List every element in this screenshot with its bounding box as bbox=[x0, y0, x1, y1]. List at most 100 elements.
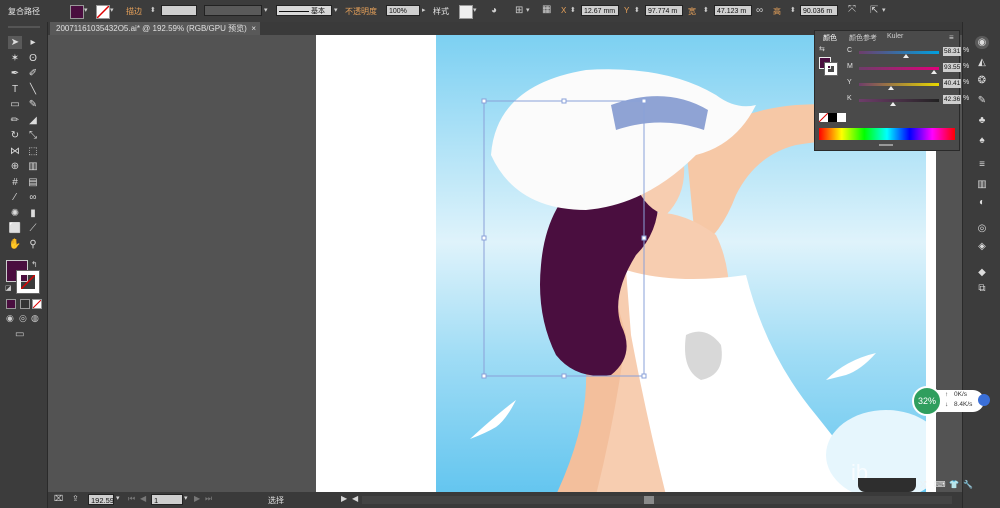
close-icon[interactable]: × bbox=[251, 22, 256, 35]
recolor-artwork-icon[interactable]: ◕ bbox=[491, 5, 497, 17]
speedup-icon[interactable] bbox=[978, 394, 990, 406]
artboard-nav-icon[interactable]: ⌧ bbox=[54, 494, 63, 503]
scroll-left-icon[interactable]: ◀ bbox=[352, 494, 358, 503]
resize-handle[interactable] bbox=[481, 98, 487, 104]
w-label[interactable]: 宽 bbox=[688, 6, 696, 17]
resize-handle[interactable] bbox=[641, 373, 647, 379]
tab-color-guide[interactable]: 颜色参考 bbox=[849, 33, 877, 43]
prev-artboard-icon[interactable]: ◀ bbox=[140, 494, 146, 503]
stroke-dropdown-icon[interactable]: ▾ bbox=[110, 5, 114, 17]
lasso-tool-icon[interactable]: ʘ bbox=[26, 52, 40, 65]
y-field[interactable]: 97.774 m bbox=[645, 5, 683, 16]
stroke-color-box[interactable] bbox=[16, 270, 40, 294]
network-speed-widget[interactable]: 32% ↑ 0K/s ↓ 8.4K/s bbox=[912, 386, 992, 418]
fill-swatch[interactable] bbox=[70, 5, 84, 19]
rectangle-tool-icon[interactable]: ▭ bbox=[8, 98, 22, 111]
align-icon[interactable]: ⊞ bbox=[515, 5, 523, 17]
menu-chevron-icon[interactable]: ▾ bbox=[882, 5, 886, 17]
screen-mode-icon[interactable]: ▭ bbox=[15, 329, 24, 340]
draw-behind-icon[interactable]: ◎ bbox=[19, 313, 27, 324]
eyedropper-tool-icon[interactable]: ⁄ bbox=[8, 191, 22, 204]
horizontal-scroll-thumb[interactable] bbox=[644, 496, 654, 504]
align-chevron-icon[interactable]: ▾ bbox=[526, 5, 530, 17]
stroke-width-field[interactable] bbox=[161, 5, 197, 16]
pencil-tool-icon[interactable]: ✏ bbox=[8, 114, 22, 127]
tab-color[interactable]: 颜色 bbox=[823, 33, 837, 43]
appearance-icon[interactable]: ◎ bbox=[975, 222, 989, 235]
direct-selection-tool-icon[interactable]: ▸ bbox=[26, 36, 40, 49]
keyboard-icon[interactable]: ⌨ bbox=[934, 480, 946, 489]
slider-c[interactable]: C 58.31% bbox=[847, 47, 969, 58]
transform-icon[interactable]: ⤧ bbox=[848, 4, 856, 16]
stroke-swatch[interactable] bbox=[96, 5, 110, 19]
brushes-icon[interactable]: ✎ bbox=[975, 94, 989, 107]
draw-inside-icon[interactable]: ◍ bbox=[31, 313, 39, 324]
line-tool-icon[interactable]: ╲ bbox=[26, 83, 40, 96]
opacity-field[interactable]: 100% bbox=[386, 5, 420, 16]
slider-value-field[interactable]: 93.55 bbox=[943, 63, 961, 72]
draw-normal-icon[interactable]: ◉ bbox=[6, 313, 14, 324]
next-artboard-icon[interactable]: ▶ bbox=[194, 494, 200, 503]
slider-m[interactable]: M 93.55% bbox=[847, 63, 969, 74]
width-tool-icon[interactable]: ⋈ bbox=[8, 145, 22, 158]
first-artboard-icon[interactable]: ⏮ bbox=[128, 494, 135, 504]
last-artboard-icon[interactable]: ⏭ bbox=[205, 494, 212, 504]
slider-thumb[interactable] bbox=[888, 86, 895, 90]
opacity-chevron-icon[interactable]: ▸ bbox=[422, 5, 426, 17]
scale-tool-icon[interactable]: ⤡ bbox=[26, 129, 40, 142]
fill-dropdown-icon[interactable]: ▾ bbox=[84, 5, 88, 17]
h-field[interactable]: 90.036 m bbox=[800, 5, 838, 16]
style-chevron-icon[interactable]: ▾ bbox=[473, 5, 477, 17]
free-transform-tool-icon[interactable]: ⬚ bbox=[26, 145, 40, 158]
opacity-label[interactable]: 不透明度 bbox=[345, 6, 377, 17]
panel-grip[interactable] bbox=[8, 26, 40, 28]
h-stepper-icon[interactable]: ⬍ bbox=[790, 5, 796, 17]
x-field[interactable]: 12.67 mm bbox=[581, 5, 619, 16]
slider-k[interactable]: K 42.36% bbox=[847, 95, 969, 106]
black-color-icon[interactable] bbox=[828, 113, 837, 122]
none-color-icon[interactable] bbox=[818, 112, 829, 123]
slider-thumb[interactable] bbox=[889, 102, 896, 106]
x-label[interactable]: X bbox=[561, 6, 566, 15]
symbol-sprayer-tool-icon[interactable]: ✺ bbox=[8, 207, 22, 220]
artboard-number-field[interactable]: 1 bbox=[151, 494, 183, 505]
share-icon[interactable]: ⇪ bbox=[72, 494, 79, 503]
stroke-label[interactable]: 描边 bbox=[126, 6, 142, 17]
slider-value-field[interactable]: 40.41 bbox=[943, 79, 961, 88]
zoom-tool-icon[interactable]: ⚲ bbox=[26, 238, 40, 251]
style-swatch[interactable] bbox=[459, 5, 473, 19]
layers-small-icon[interactable]: ◈ bbox=[975, 240, 989, 253]
eraser-tool-icon[interactable]: ◢ bbox=[26, 114, 40, 127]
symbols-icon[interactable]: ♣ bbox=[975, 114, 989, 127]
horizontal-scrollbar[interactable] bbox=[362, 496, 952, 504]
settings-wrench-icon[interactable]: 🔧 bbox=[963, 480, 973, 489]
slider-track[interactable] bbox=[859, 83, 939, 86]
ime-tools-icon[interactable]: ⤮ bbox=[920, 480, 926, 490]
slider-track[interactable] bbox=[859, 51, 939, 54]
variable-width-dropdown[interactable] bbox=[204, 5, 262, 16]
resize-handle[interactable] bbox=[481, 373, 487, 379]
slider-y[interactable]: Y 40.41% bbox=[847, 79, 969, 90]
slider-value-field[interactable]: 42.36 bbox=[943, 95, 961, 104]
column-graph-tool-icon[interactable]: ▮ bbox=[26, 207, 40, 220]
artboard-chevron-icon[interactable]: ▾ bbox=[184, 494, 188, 502]
slider-thumb[interactable] bbox=[902, 54, 909, 58]
default-colors-icon[interactable]: ◪ bbox=[5, 284, 12, 292]
selection-tool-icon[interactable]: ➤ bbox=[8, 36, 22, 49]
variable-width-chevron-icon[interactable]: ▾ bbox=[264, 5, 268, 17]
zoom-chevron-icon[interactable]: ▾ bbox=[116, 494, 120, 502]
y-label[interactable]: Y bbox=[624, 6, 629, 15]
pen-tool-icon[interactable]: ✒ bbox=[8, 67, 22, 80]
magic-wand-tool-icon[interactable]: ✶ bbox=[8, 52, 22, 65]
mesh-tool-icon[interactable]: # bbox=[8, 176, 22, 189]
gradient-mode-icon[interactable] bbox=[20, 299, 30, 309]
blend-tool-icon[interactable]: ∞ bbox=[26, 191, 40, 204]
artboards-icon[interactable]: ⧉ bbox=[975, 282, 989, 295]
panel-stroke-swatch[interactable] bbox=[824, 62, 838, 76]
swap-fill-stroke-icon[interactable]: ⇆ bbox=[819, 45, 825, 53]
skin-icon[interactable]: 👕 bbox=[949, 480, 959, 489]
reference-point-icon[interactable]: ▦ bbox=[542, 4, 551, 16]
resize-handle[interactable] bbox=[561, 373, 567, 379]
stroke-stepper-icon[interactable]: ⬍ bbox=[150, 5, 156, 17]
resize-handle[interactable] bbox=[641, 98, 647, 104]
